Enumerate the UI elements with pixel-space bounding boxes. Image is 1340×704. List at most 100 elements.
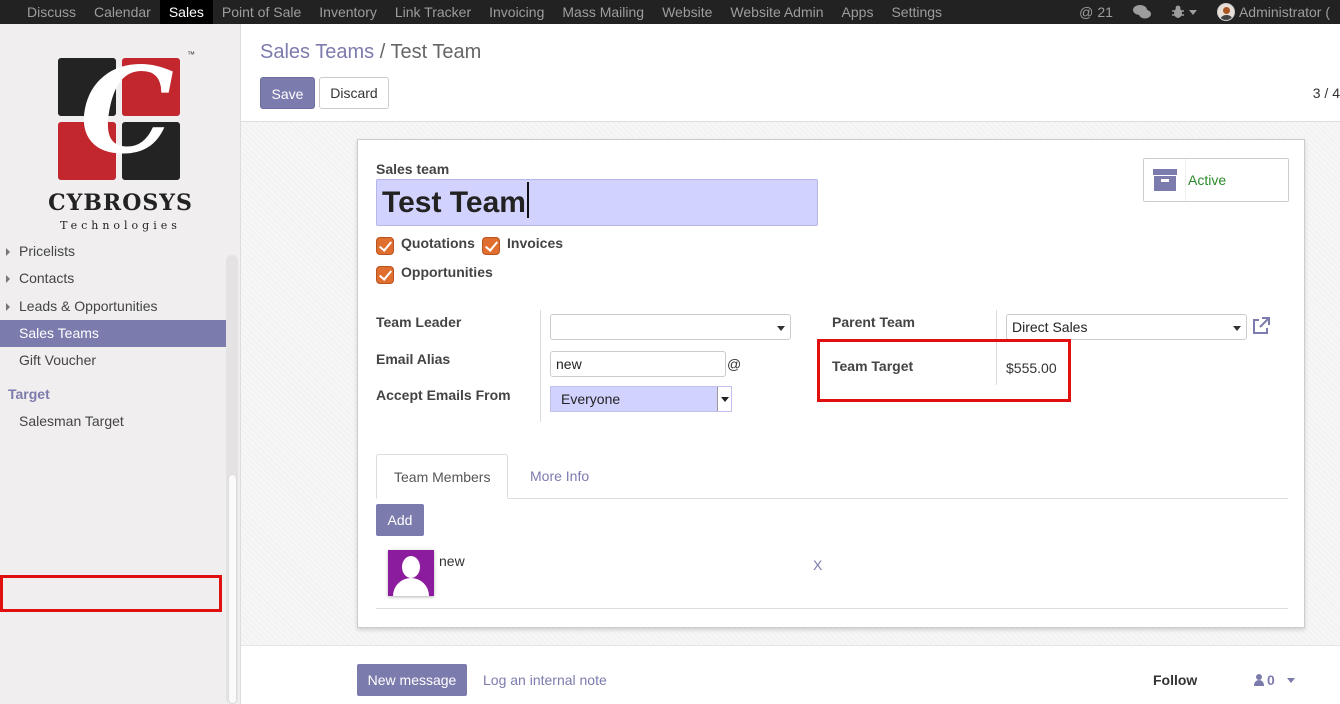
member-avatar[interactable] bbox=[388, 550, 434, 596]
breadcrumb-current: Test Team bbox=[390, 41, 482, 63]
dropdown-arrow-icon bbox=[1233, 326, 1241, 331]
log-note-link[interactable]: Log an internal note bbox=[483, 672, 607, 688]
app-menu-website-admin[interactable]: Website Admin bbox=[721, 0, 832, 24]
top-navbar: Discuss Calendar Sales Point of Sale Invento… bbox=[0, 0, 1340, 24]
add-member-button[interactable]: Add bbox=[376, 504, 424, 536]
email-alias-input[interactable]: new bbox=[550, 351, 726, 377]
checkbox-checked-icon[interactable] bbox=[376, 266, 394, 284]
pager-value[interactable]: 3 / 4 bbox=[1313, 85, 1340, 101]
breadcrumb-separator: / bbox=[379, 41, 386, 63]
email-alias-value: new bbox=[556, 356, 582, 372]
team-name-input[interactable]: Test Team bbox=[376, 179, 818, 226]
opportunities-checkbox[interactable]: Opportunities bbox=[376, 264, 493, 284]
sidebar-item-contacts[interactable]: Contacts bbox=[0, 265, 226, 292]
sidebar-item-gift-voucher[interactable]: Gift Voucher bbox=[0, 347, 226, 374]
active-toggle-button[interactable]: Active bbox=[1143, 158, 1289, 202]
email-domain-at: @ bbox=[727, 356, 742, 372]
followers-dropdown[interactable]: 0 bbox=[1254, 672, 1295, 688]
member-name: new bbox=[439, 553, 465, 569]
new-message-button[interactable]: New message bbox=[357, 664, 467, 696]
team-name-value: Test Team bbox=[382, 186, 526, 219]
user-icon bbox=[1254, 674, 1264, 686]
breadcrumb-parent[interactable]: Sales Teams bbox=[260, 41, 374, 63]
member-divider bbox=[376, 608, 1288, 609]
user-name: Administrator ( bbox=[1238, 4, 1330, 20]
invoices-label: Invoices bbox=[507, 235, 564, 251]
text-cursor bbox=[526, 182, 529, 218]
save-button[interactable]: Save bbox=[260, 77, 315, 109]
sidebar-item-label: Gift Voucher bbox=[19, 352, 97, 369]
parent-team-value: Direct Sales bbox=[1012, 319, 1088, 335]
app-menu-point-of-sale[interactable]: Point of Sale bbox=[213, 0, 310, 24]
sidebar-item-pricelists[interactable]: Pricelists bbox=[0, 238, 226, 265]
remove-member-button[interactable]: X bbox=[813, 557, 822, 573]
mentions-indicator[interactable]: @ 21 bbox=[1069, 4, 1123, 20]
sidebar-item-leads-opportunities[interactable]: Leads & Opportunities bbox=[0, 293, 226, 320]
chevron-down-icon bbox=[1188, 9, 1197, 15]
caret-right-icon[interactable] bbox=[6, 248, 10, 257]
active-label: Active bbox=[1188, 172, 1227, 188]
checkbox-checked-icon[interactable] bbox=[376, 237, 394, 255]
app-menu-settings[interactable]: Settings bbox=[882, 0, 951, 24]
checkbox-checked-icon[interactable] bbox=[482, 237, 500, 255]
parent-team-label: Parent Team bbox=[832, 314, 915, 330]
bug-icon bbox=[1171, 5, 1184, 18]
app-menu: Discuss Calendar Sales Point of Sale Invento… bbox=[0, 0, 951, 24]
app-menu-mass-mailing[interactable]: Mass Mailing bbox=[553, 0, 653, 24]
team-leader-select[interactable] bbox=[550, 314, 791, 340]
brand-subtitle: Technologies bbox=[60, 219, 181, 232]
dropdown-arrow-icon[interactable] bbox=[717, 387, 731, 411]
accept-emails-value: Everyone bbox=[561, 391, 621, 407]
app-menu-sales[interactable]: Sales bbox=[159, 0, 213, 24]
accept-emails-select[interactable]: Everyone bbox=[550, 386, 732, 412]
sidebar-item-label: Salesman Target bbox=[19, 412, 124, 429]
sidebar-item-sales-teams[interactable]: Sales Teams bbox=[0, 319, 226, 348]
app-menu-website[interactable]: Website bbox=[653, 0, 721, 24]
caret-right-icon[interactable] bbox=[6, 302, 10, 311]
parent-team-select[interactable]: Direct Sales bbox=[1006, 314, 1247, 340]
tab-more-info[interactable]: More Info bbox=[513, 454, 606, 499]
notebook-tabs: Team Members More Info bbox=[376, 454, 1288, 499]
user-menu[interactable]: Administrator ( bbox=[1207, 3, 1340, 21]
mention-count: 21 bbox=[1097, 4, 1113, 20]
external-link-icon[interactable] bbox=[1251, 316, 1271, 336]
quotations-label: Quotations bbox=[401, 235, 475, 251]
app-menu-inventory[interactable]: Inventory bbox=[310, 0, 386, 24]
debug-menu[interactable] bbox=[1161, 5, 1207, 19]
at-icon: @ bbox=[1079, 4, 1094, 20]
tab-team-members[interactable]: Team Members bbox=[376, 454, 509, 499]
team-leader-label: Team Leader bbox=[376, 314, 462, 330]
trademark: ™ bbox=[187, 50, 195, 59]
brand-name: CYBROSYS bbox=[48, 190, 193, 216]
app-menu-link-tracker[interactable]: Link Tracker bbox=[386, 0, 480, 24]
control-panel: Sales Teams / Test Team Save Discard 3 /… bbox=[241, 24, 1340, 122]
follow-button[interactable]: Follow bbox=[1153, 672, 1197, 688]
logo-letter: C bbox=[80, 41, 174, 180]
discard-button[interactable]: Discard bbox=[319, 77, 389, 109]
app-menu-invoicing[interactable]: Invoicing bbox=[480, 0, 553, 24]
team-target-value[interactable]: $555.00 bbox=[1006, 360, 1057, 376]
company-logo[interactable]: C ™ CYBROSYS Technologies bbox=[0, 24, 240, 239]
chat-bubbles-icon bbox=[1132, 5, 1151, 19]
app-menu-calendar[interactable]: Calendar bbox=[85, 0, 160, 24]
breadcrumb: Sales Teams / Test Team bbox=[260, 41, 481, 64]
chatter: New message Log an internal note Follow … bbox=[241, 645, 1340, 704]
app-menu-apps[interactable]: Apps bbox=[833, 0, 883, 24]
quotations-checkbox[interactable]: Quotations bbox=[376, 235, 475, 255]
dropdown-arrow-icon bbox=[777, 326, 785, 331]
sidebar-section-target: Target bbox=[8, 385, 50, 402]
user-avatar bbox=[1216, 3, 1235, 21]
invoices-checkbox[interactable]: Invoices bbox=[482, 235, 564, 255]
field-divider bbox=[996, 310, 997, 385]
logo-mark: C bbox=[58, 52, 182, 182]
app-menu-discuss[interactable]: Discuss bbox=[0, 0, 85, 24]
caret-right-icon[interactable] bbox=[6, 275, 10, 284]
sidebar-item-salesman-target[interactable]: Salesman Target bbox=[0, 408, 226, 435]
followers-count: 0 bbox=[1267, 672, 1275, 688]
sidebar-scroll-thumb[interactable] bbox=[228, 474, 237, 704]
sidebar-item-label: Contacts bbox=[19, 270, 75, 287]
field-divider bbox=[540, 310, 541, 422]
email-alias-label: Email Alias bbox=[376, 351, 451, 367]
messaging-menu[interactable] bbox=[1123, 5, 1161, 19]
form-sheet: Sales team Test Team Quotations Invoices… bbox=[357, 139, 1305, 628]
